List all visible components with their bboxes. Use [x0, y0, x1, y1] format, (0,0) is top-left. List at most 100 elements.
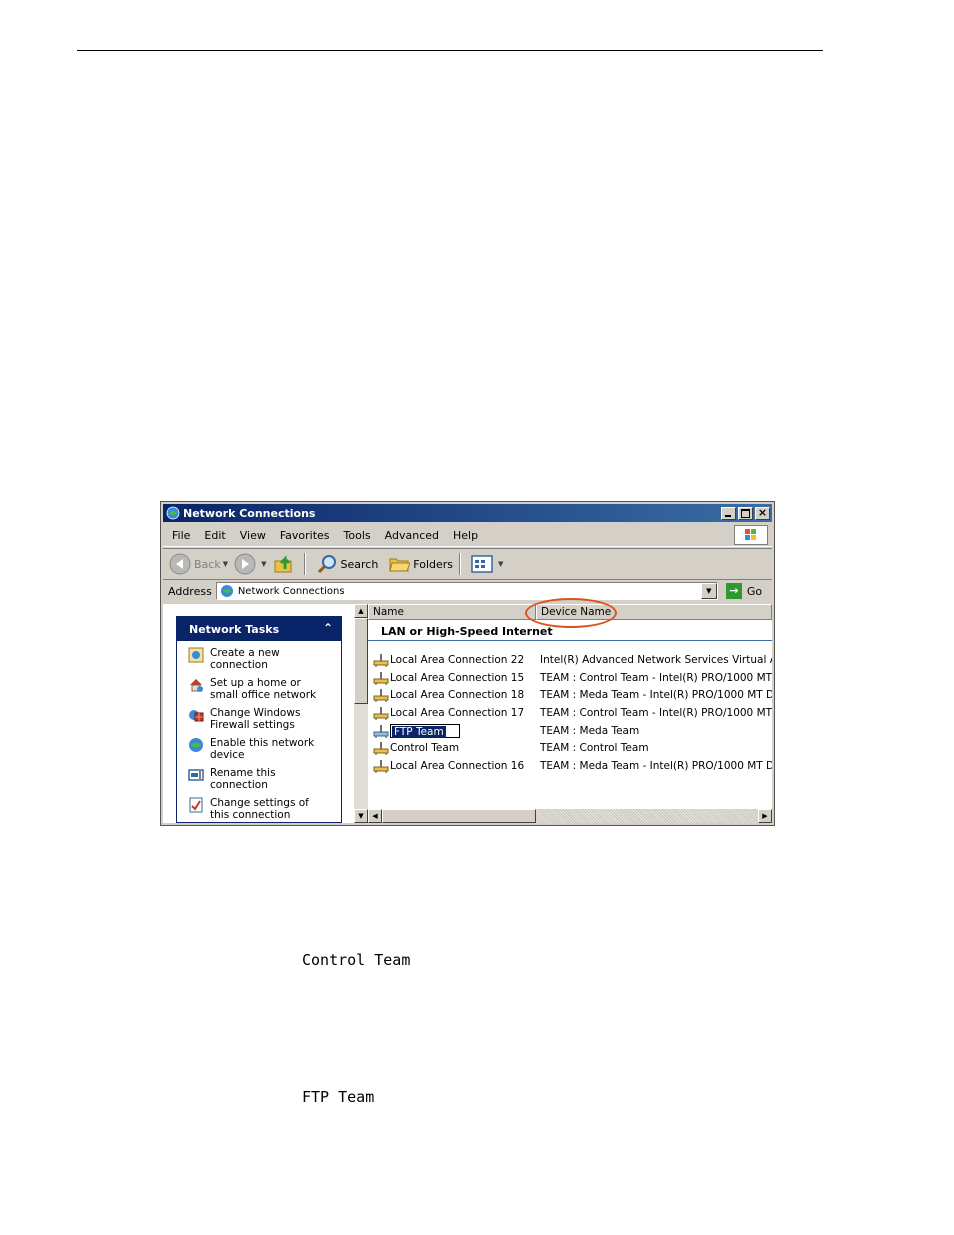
search-label: Search	[340, 557, 379, 571]
list-item[interactable]: Local Area Connection 18 TEAM : Meda Tea…	[368, 686, 772, 704]
task-pane: Network Tasks ⌃ Create a new connection …	[163, 604, 354, 823]
scroll-left-icon[interactable]: ◀	[368, 809, 382, 823]
network-tasks-title: Network Tasks	[189, 622, 280, 636]
network-connections-icon	[166, 506, 180, 520]
address-dropdown-icon[interactable]: ▼	[700, 583, 717, 599]
task-label: Enable this network device	[210, 737, 315, 761]
device-name: TEAM : Control Team - Intel(R) PRO/1000 …	[540, 672, 772, 684]
firewall-icon	[189, 710, 204, 722]
up-folder-button[interactable]	[273, 553, 298, 575]
rename-input[interactable]: FTP Team	[390, 724, 460, 738]
task-label: Set up a home or small office network	[210, 677, 317, 701]
forward-dropdown-icon[interactable]: ▼	[261, 560, 266, 568]
views-icon	[471, 555, 493, 573]
back-button[interactable]: Back ▼	[169, 553, 228, 575]
views-button[interactable]: ▼	[471, 554, 503, 574]
scroll-track[interactable]	[536, 809, 758, 823]
address-label: Address	[168, 584, 212, 598]
title-bar: Network Connections ×	[163, 504, 772, 522]
device-name-highlight-ellipse	[525, 598, 617, 628]
task-label: Rename this connection	[210, 767, 276, 791]
go-label: Go	[746, 584, 763, 598]
folders-button[interactable]: Folders	[388, 553, 453, 575]
toolbar-separator	[459, 553, 462, 575]
network-globe-icon	[220, 585, 233, 597]
address-bar: Address Network Connections ▼ → Go	[163, 580, 772, 602]
back-label: Back	[194, 557, 221, 571]
rename-input-value: FTP Team	[392, 726, 446, 738]
go-arrow-icon: →	[725, 583, 742, 599]
list-item[interactable]: Local Area Connection 16 TEAM : Meda Tea…	[368, 757, 772, 775]
menu-help[interactable]: Help	[445, 529, 484, 542]
device-name: TEAM : Control Team - Intel(R) PRO/1000 …	[540, 707, 772, 719]
device-name: TEAM : Meda Team	[540, 725, 640, 737]
task-rename-connection[interactable]: Rename this connection	[177, 767, 341, 791]
menu-view[interactable]: View	[232, 529, 272, 542]
lan-connection-icon	[373, 707, 389, 720]
task-firewall-settings[interactable]: Change Windows Firewall settings	[177, 707, 341, 731]
search-button[interactable]: Search	[316, 553, 379, 575]
menu-file[interactable]: File	[163, 529, 196, 542]
doc-code-line-ftp-team: FTP Team	[302, 1088, 375, 1106]
connections-list: Name Device Name LAN or High-Speed Inter…	[368, 604, 772, 823]
scroll-up-icon[interactable]: ▲	[354, 604, 368, 618]
address-input[interactable]: Network Connections ▼	[215, 582, 718, 600]
connection-name: Local Area Connection 16	[390, 760, 525, 772]
new-connection-icon	[188, 647, 204, 663]
settings-icon	[189, 797, 203, 813]
toolbar: Back ▼ ▼ Search Folders ▼	[163, 548, 772, 580]
menu-edit[interactable]: Edit	[196, 529, 231, 542]
page-top-rule	[77, 50, 823, 51]
connection-name: Local Area Connection 17	[390, 707, 525, 719]
lan-connection-icon	[373, 760, 389, 773]
up-folder-icon	[274, 555, 291, 573]
rename-icon	[188, 769, 204, 781]
doc-code-line-control-team: Control Team	[302, 951, 411, 969]
task-label: Change settings of this connection	[210, 797, 309, 821]
network-tasks-header[interactable]: Network Tasks ⌃	[177, 617, 341, 641]
list-item[interactable]: Control Team TEAM : Control Team	[368, 739, 772, 757]
views-dropdown-icon[interactable]: ▼	[498, 560, 503, 568]
back-dropdown-icon[interactable]: ▼	[223, 560, 228, 568]
network-connections-window: Network Connections × File Edit View Fav…	[160, 501, 775, 826]
horizontal-scrollbar[interactable]: ◀ ▶	[368, 809, 772, 823]
lan-connection-icon	[373, 672, 389, 685]
folders-label: Folders	[413, 557, 454, 571]
task-enable-device[interactable]: Enable this network device	[177, 737, 341, 761]
task-home-network[interactable]: Set up a home or small office network	[177, 677, 341, 701]
collapse-chevron-icon[interactable]: ⌃	[323, 621, 333, 635]
lan-connection-icon	[373, 742, 389, 755]
list-item[interactable]: Local Area Connection 15 TEAM : Control …	[368, 669, 772, 687]
column-header-name[interactable]: Name	[368, 604, 536, 620]
menu-favorites[interactable]: Favorites	[272, 529, 336, 542]
search-icon	[317, 555, 336, 574]
window-title: Network Connections	[183, 506, 316, 520]
list-item[interactable]: Local Area Connection 17 TEAM : Control …	[368, 704, 772, 722]
maximize-button[interactable]	[738, 506, 753, 520]
menu-bar: File Edit View Favorites Tools Advanced …	[163, 524, 772, 547]
list-item-editing[interactable]: FTP Team TEAM : Meda Team	[368, 722, 772, 740]
connection-name: Local Area Connection 15	[390, 672, 525, 684]
home-network-icon	[190, 679, 203, 692]
vertical-scrollbar[interactable]: ▲ ▼	[354, 604, 368, 823]
toolbar-separator	[303, 553, 306, 575]
close-button[interactable]: ×	[755, 506, 770, 520]
minimize-button[interactable]	[721, 506, 736, 520]
task-change-settings[interactable]: Change settings of this connection	[177, 797, 341, 821]
menu-advanced[interactable]: Advanced	[377, 529, 445, 542]
lan-connection-icon	[373, 689, 389, 702]
menu-tools[interactable]: Tools	[336, 529, 377, 542]
device-name: TEAM : Meda Team - Intel(R) PRO/1000 MT …	[540, 760, 772, 772]
globe-icon	[189, 738, 203, 752]
group-title: LAN or High-Speed Internet	[381, 625, 553, 638]
task-create-connection[interactable]: Create a new connection	[177, 647, 341, 671]
forward-arrow-icon	[234, 553, 256, 575]
scroll-down-icon[interactable]: ▼	[354, 809, 368, 823]
scroll-right-icon[interactable]: ▶	[758, 809, 772, 823]
device-name: TEAM : Control Team	[540, 742, 649, 754]
list-item[interactable]: Local Area Connection 22 Intel(R) Advanc…	[368, 651, 772, 669]
vertical-scroll-thumb[interactable]	[354, 618, 368, 704]
go-button[interactable]: → Go	[725, 583, 763, 599]
horizontal-scroll-thumb[interactable]	[382, 809, 536, 823]
forward-button[interactable]: ▼	[234, 553, 267, 575]
